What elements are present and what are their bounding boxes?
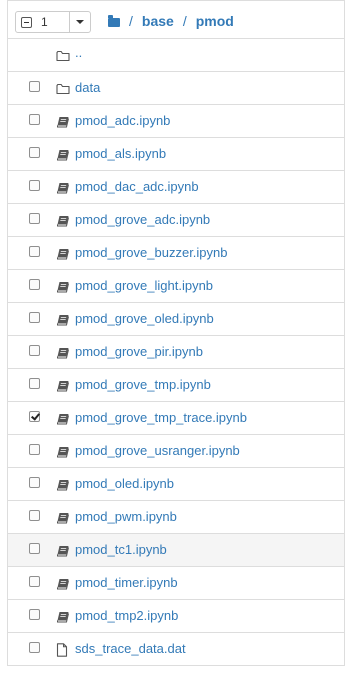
row-checkbox[interactable] xyxy=(29,345,40,356)
folder-icon[interactable] xyxy=(108,14,120,27)
list-item[interactable]: pmod_grove_usranger.ipynb xyxy=(7,434,345,467)
file-name-link[interactable]: .. xyxy=(75,45,82,60)
list-item[interactable]: pmod_tmp2.ipynb xyxy=(7,599,345,632)
row-checkbox[interactable] xyxy=(29,510,40,521)
notebook-icon xyxy=(56,313,70,326)
notebook-icon xyxy=(56,247,70,260)
row-checkbox[interactable] xyxy=(29,246,40,257)
breadcrumb-item-pmod[interactable]: pmod xyxy=(196,13,234,29)
row-checkbox[interactable] xyxy=(29,81,40,92)
row-checkbox[interactable] xyxy=(29,411,40,422)
folder-open-icon xyxy=(56,49,70,62)
select-menu-dropdown[interactable] xyxy=(70,12,90,32)
breadcrumb: / base / pmod xyxy=(108,13,234,29)
file-name-link[interactable]: pmod_tc1.ipynb xyxy=(75,542,167,557)
list-item[interactable]: pmod_adc.ipynb xyxy=(7,104,345,137)
notebook-icon xyxy=(56,379,70,392)
breadcrumb-item-base[interactable]: base xyxy=(142,13,174,29)
row-checkbox[interactable] xyxy=(29,477,40,488)
file-name-link[interactable]: pmod_grove_light.ipynb xyxy=(75,278,213,293)
list-item[interactable]: pmod_grove_tmp_trace.ipynb xyxy=(7,401,345,434)
list-item[interactable]: sds_trace_data.dat xyxy=(7,632,345,666)
row-checkbox[interactable] xyxy=(29,279,40,290)
file-name-link[interactable]: pmod_oled.ipynb xyxy=(75,476,174,491)
list-item[interactable]: pmod_grove_tmp.ipynb xyxy=(7,368,345,401)
file-name-link[interactable]: sds_trace_data.dat xyxy=(75,641,186,656)
file-name-link[interactable]: pmod_grove_buzzer.ipynb xyxy=(75,245,228,260)
list-item[interactable]: pmod_tc1.ipynb xyxy=(7,533,345,566)
row-checkbox[interactable] xyxy=(29,378,40,389)
notebook-icon xyxy=(56,115,70,128)
row-checkbox[interactable] xyxy=(29,444,40,455)
file-name-link[interactable]: pmod_grove_tmp_trace.ipynb xyxy=(75,410,247,425)
list-item[interactable]: pmod_oled.ipynb xyxy=(7,467,345,500)
file-name-link[interactable]: pmod_grove_usranger.ipynb xyxy=(75,443,240,458)
row-checkbox[interactable] xyxy=(29,213,40,224)
file-name-link[interactable]: pmod_grove_adc.ipynb xyxy=(75,212,210,227)
list-item[interactable]: pmod_grove_light.ipynb xyxy=(7,269,345,302)
row-checkbox[interactable] xyxy=(29,312,40,323)
notebook-icon xyxy=(56,280,70,293)
notebook-icon xyxy=(56,181,70,194)
file-list: .. data pmod_adc.ipynb pmod_als.ipynb pmod_d… xyxy=(7,38,345,666)
select-all-button[interactable]: 1 xyxy=(15,11,91,33)
breadcrumb-separator: / xyxy=(182,13,187,29)
notebook-icon xyxy=(56,511,70,524)
file-name-link[interactable]: pmod_tmp2.ipynb xyxy=(75,608,178,623)
file-list-header: 1 / base / pmod xyxy=(7,0,345,38)
list-item[interactable]: pmod_grove_buzzer.ipynb xyxy=(7,236,345,269)
file-name-link[interactable]: pmod_als.ipynb xyxy=(75,146,166,161)
file-icon xyxy=(56,643,70,657)
file-name-link[interactable]: pmod_dac_adc.ipynb xyxy=(75,179,199,194)
notebook-icon xyxy=(56,346,70,359)
row-checkbox[interactable] xyxy=(29,147,40,158)
list-item[interactable]: pmod_grove_oled.ipynb xyxy=(7,302,345,335)
file-name-link[interactable]: pmod_grove_pir.ipynb xyxy=(75,344,203,359)
file-name-link[interactable]: pmod_grove_tmp.ipynb xyxy=(75,377,211,392)
notebook-icon xyxy=(56,148,70,161)
notebook-icon xyxy=(56,214,70,227)
notebook-icon xyxy=(56,478,70,491)
list-item[interactable]: pmod_grove_adc.ipynb xyxy=(7,203,345,236)
breadcrumb-separator: / xyxy=(129,13,133,29)
row-checkbox[interactable] xyxy=(29,576,40,587)
notebook-icon xyxy=(56,445,70,458)
list-item[interactable]: .. xyxy=(7,38,345,71)
file-name-link[interactable]: pmod_grove_oled.ipynb xyxy=(75,311,214,326)
row-checkbox[interactable] xyxy=(29,642,40,653)
file-name-link[interactable]: pmod_timer.ipynb xyxy=(75,575,178,590)
row-checkbox[interactable] xyxy=(29,543,40,554)
list-item[interactable]: pmod_dac_adc.ipynb xyxy=(7,170,345,203)
list-item[interactable]: data xyxy=(7,71,345,104)
notebook-icon xyxy=(56,577,70,590)
notebook-icon xyxy=(56,544,70,557)
row-checkbox[interactable] xyxy=(29,609,40,620)
partial-select-checkbox-icon[interactable] xyxy=(21,16,32,28)
chevron-down-icon xyxy=(76,20,84,24)
list-item[interactable]: pmod_grove_pir.ipynb xyxy=(7,335,345,368)
file-name-link[interactable]: data xyxy=(75,80,100,95)
folder-open-icon xyxy=(56,82,70,95)
select-all-toggle[interactable]: 1 xyxy=(16,12,70,32)
selected-count: 1 xyxy=(41,15,48,29)
notebook-icon xyxy=(56,610,70,623)
file-name-link[interactable]: pmod_pwm.ipynb xyxy=(75,509,177,524)
notebook-icon xyxy=(56,412,70,425)
list-item[interactable]: pmod_als.ipynb xyxy=(7,137,345,170)
row-checkbox[interactable] xyxy=(29,180,40,191)
file-name-link[interactable]: pmod_adc.ipynb xyxy=(75,113,170,128)
list-item[interactable]: pmod_timer.ipynb xyxy=(7,566,345,599)
list-item[interactable]: pmod_pwm.ipynb xyxy=(7,500,345,533)
row-checkbox[interactable] xyxy=(29,114,40,125)
